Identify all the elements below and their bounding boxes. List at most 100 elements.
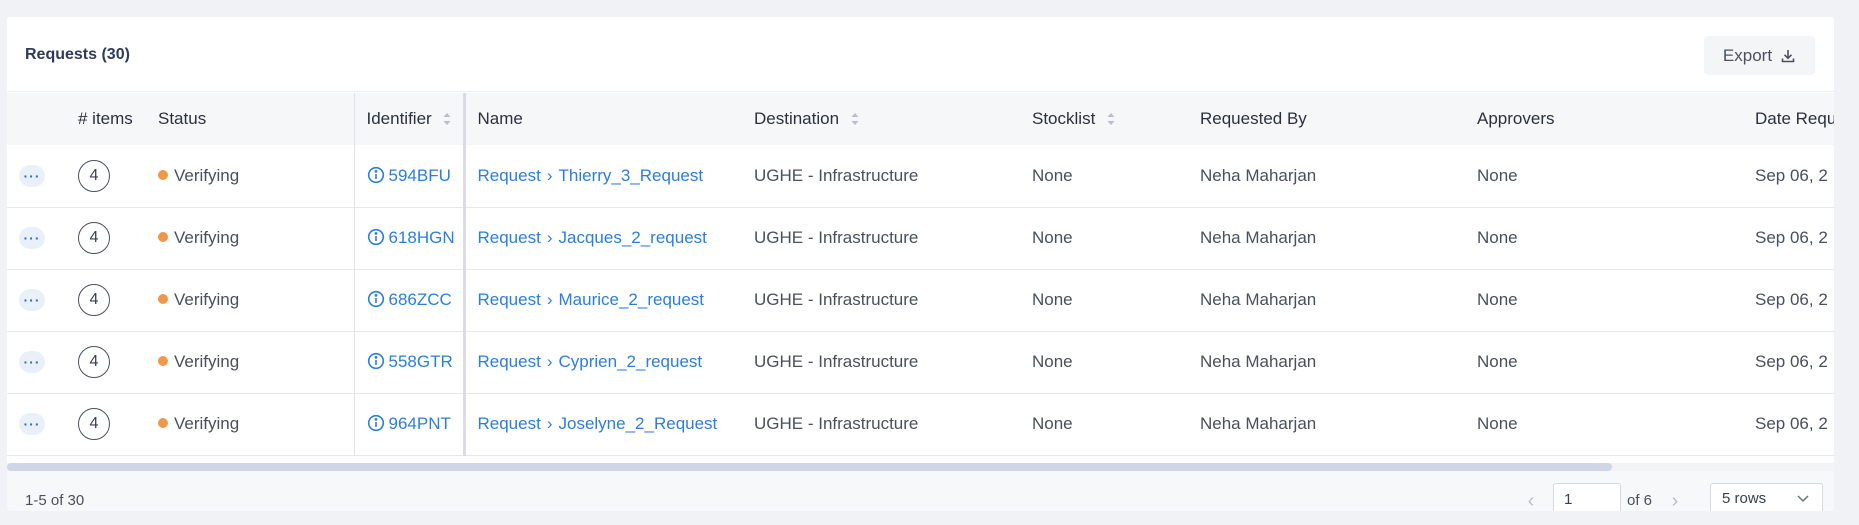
table-row[interactable]: ··· 4 Verifying 558GTR Request › Cyprien_2… bbox=[7, 331, 1834, 393]
table-footer: 1-5 of 30 ‹ of 6 › 5 rows bbox=[7, 471, 1834, 511]
status-cell: Verifying bbox=[146, 207, 355, 269]
requests-table-wrapper: # items Status Identifier Name Destinati… bbox=[7, 93, 1834, 463]
destination-cell: UGHE - Infrastructure bbox=[754, 165, 919, 185]
status-dot bbox=[158, 356, 168, 366]
name-prefix-link[interactable]: Request bbox=[478, 290, 541, 309]
requested-by-cell: Neha Maharjan bbox=[1200, 228, 1317, 247]
chevron-right-icon: › bbox=[546, 165, 553, 185]
identifier-link[interactable]: 964PNT bbox=[389, 414, 451, 433]
status-label: Verifying bbox=[174, 352, 240, 371]
identifier-cell[interactable]: 686ZCC bbox=[354, 269, 466, 331]
destination-cell: UGHE - Infrastructure bbox=[754, 352, 919, 371]
destination-cell: UGHE - Infrastructure bbox=[754, 228, 919, 247]
chevron-right-icon: › bbox=[546, 352, 553, 371]
panel-header: Requests (30) Export bbox=[7, 17, 1834, 92]
approvers-cell: None bbox=[1477, 165, 1518, 185]
items-count-badge: 4 bbox=[78, 159, 110, 192]
info-circle-icon[interactable] bbox=[367, 166, 385, 184]
identifier-link[interactable]: 618HGN bbox=[389, 228, 455, 247]
request-name-link[interactable]: Cyprien_2_request bbox=[559, 352, 703, 371]
status-cell: Verifying bbox=[146, 331, 355, 393]
table-row[interactable]: ··· 4 Verifying 594BFU Request › Thierry_3… bbox=[7, 145, 1834, 207]
requested-by-cell: Neha Maharjan bbox=[1200, 165, 1317, 185]
ellipsis-icon[interactable]: ··· bbox=[19, 413, 45, 435]
chevron-right-icon: › bbox=[546, 414, 553, 433]
sort-icon[interactable] bbox=[1106, 112, 1116, 126]
ellipsis-icon[interactable]: ··· bbox=[19, 351, 45, 373]
ellipsis-icon[interactable]: ··· bbox=[19, 289, 45, 311]
col-identifier-header[interactable]: Identifier bbox=[354, 93, 466, 145]
identifier-cell[interactable]: 964PNT bbox=[354, 393, 466, 455]
horizontal-scrollbar[interactable] bbox=[7, 463, 1834, 471]
sort-icon[interactable] bbox=[850, 112, 860, 126]
name-prefix-link[interactable]: Request bbox=[478, 352, 541, 371]
info-circle-icon[interactable] bbox=[367, 414, 385, 432]
status-cell: Verifying bbox=[146, 269, 355, 331]
name-cell: Request › Joselyne_2_Request bbox=[464, 393, 742, 455]
sort-icon[interactable] bbox=[442, 112, 452, 126]
identifier-link[interactable]: 558GTR bbox=[389, 352, 453, 371]
chevron-right-icon: › bbox=[546, 290, 553, 309]
identifier-link[interactable]: 686ZCC bbox=[389, 290, 452, 309]
identifier-cell[interactable]: 618HGN bbox=[354, 207, 466, 269]
table-row[interactable]: ··· 4 Verifying 686ZCC Request › Maurice_2… bbox=[7, 269, 1834, 331]
approvers-cell: None bbox=[1477, 414, 1518, 433]
items-cell: 4 bbox=[66, 393, 146, 455]
ellipsis-icon[interactable]: ··· bbox=[19, 227, 45, 249]
stocklist-cell: None bbox=[1032, 414, 1073, 433]
identifier-link[interactable]: 594BFU bbox=[389, 166, 451, 185]
name-prefix-link[interactable]: Request bbox=[478, 414, 541, 433]
name-cell: Request › Thierry_3_Request bbox=[464, 145, 742, 207]
identifier-cell[interactable]: 558GTR bbox=[354, 331, 466, 393]
chevron-left-icon[interactable]: ‹ bbox=[1523, 491, 1539, 511]
request-name-link[interactable]: Jacques_2_request bbox=[559, 228, 707, 247]
stocklist-cell: None bbox=[1032, 228, 1073, 247]
col-stocklist-label: Stocklist bbox=[1032, 109, 1096, 128]
name-cell: Request › Maurice_2_request bbox=[464, 269, 742, 331]
requests-table: # items Status Identifier Name Destinati… bbox=[7, 93, 1834, 456]
info-circle-icon[interactable] bbox=[367, 290, 385, 308]
row-actions-cell: ··· bbox=[7, 269, 66, 331]
table-header-row: # items Status Identifier Name Destinati… bbox=[7, 93, 1834, 145]
items-cell: 4 bbox=[66, 269, 146, 331]
stocklist-cell: None bbox=[1032, 290, 1073, 309]
approvers-cell: None bbox=[1477, 228, 1518, 247]
stocklist-cell: None bbox=[1032, 352, 1073, 371]
name-prefix-link[interactable]: Request bbox=[478, 166, 541, 185]
rows-per-page-select[interactable]: 5 rows bbox=[1710, 483, 1823, 511]
requested-by-cell: Neha Maharjan bbox=[1200, 352, 1317, 371]
stocklist-cell: None bbox=[1032, 165, 1073, 185]
requested-by-cell: Neha Maharjan bbox=[1200, 290, 1317, 309]
request-name-link[interactable]: Maurice_2_request bbox=[559, 290, 705, 309]
table-row[interactable]: ··· 4 Verifying 618HGN Request › Jacques_2… bbox=[7, 207, 1834, 269]
requests-panel: Requests (30) Export # items Status Iden… bbox=[7, 17, 1834, 511]
col-status-header: Status bbox=[146, 93, 355, 145]
col-stocklist-header[interactable]: Stocklist bbox=[1020, 93, 1188, 145]
col-items-header: # items bbox=[78, 109, 133, 128]
table-row[interactable]: ··· 4 Verifying 964PNT Request › Joselyne_… bbox=[7, 393, 1834, 455]
requested-by-cell: Neha Maharjan bbox=[1200, 414, 1317, 433]
status-dot bbox=[158, 169, 168, 180]
name-prefix-link[interactable]: Request bbox=[478, 228, 541, 247]
info-circle-icon[interactable] bbox=[367, 352, 385, 370]
chevron-right-icon[interactable]: › bbox=[1667, 491, 1683, 511]
request-name-link[interactable]: Thierry_3_Request bbox=[559, 166, 704, 185]
status-cell: Verifying bbox=[146, 393, 355, 455]
name-cell: Request › Cyprien_2_request bbox=[464, 331, 742, 393]
info-circle-icon[interactable] bbox=[367, 228, 385, 246]
col-name-header: Name bbox=[477, 109, 523, 128]
page-number-input[interactable] bbox=[1553, 483, 1621, 511]
approvers-cell: None bbox=[1477, 352, 1518, 371]
export-button[interactable]: Export bbox=[1704, 36, 1815, 75]
row-actions-cell: ··· bbox=[7, 331, 66, 393]
download-icon bbox=[1781, 49, 1795, 62]
col-destination-header[interactable]: Destination bbox=[742, 93, 1020, 145]
identifier-cell[interactable]: 594BFU bbox=[354, 145, 466, 207]
items-cell: 4 bbox=[66, 145, 146, 207]
scrollbar-thumb[interactable] bbox=[7, 463, 1612, 471]
ellipsis-icon[interactable]: ··· bbox=[19, 164, 45, 187]
row-actions-cell: ··· bbox=[7, 145, 66, 207]
destination-cell: UGHE - Infrastructure bbox=[754, 290, 919, 309]
request-name-link[interactable]: Joselyne_2_Request bbox=[559, 414, 718, 433]
status-label: Verifying bbox=[174, 290, 240, 309]
